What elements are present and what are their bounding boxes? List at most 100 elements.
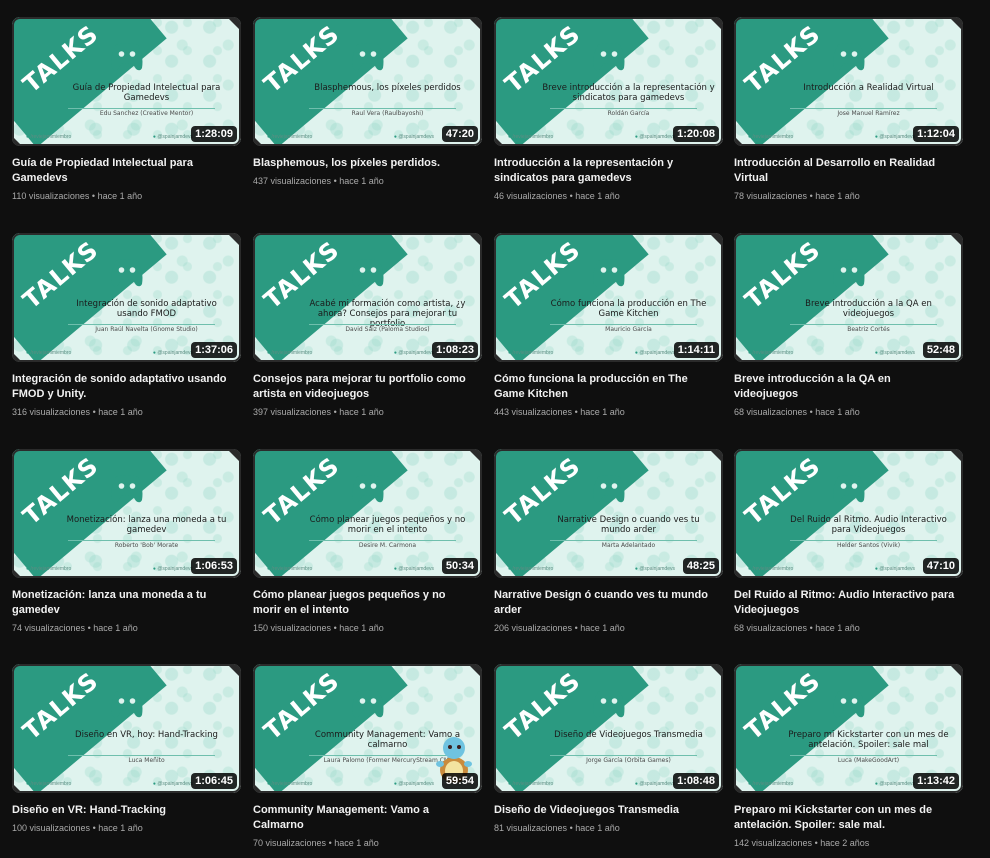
footer-handle-right: @spainjamdevs bbox=[875, 350, 915, 356]
gamepad-icon bbox=[352, 690, 384, 718]
footer-handle-right: @spainjamdevs bbox=[153, 566, 193, 572]
footer-handle-left: /reviejamimiembro bbox=[508, 134, 553, 140]
thumbnail-title: Narrative Design o cuando ves tu mundo a… bbox=[557, 515, 700, 535]
thumbnail-speaker: Jose Manuel Ramírez bbox=[837, 110, 900, 117]
thumbnail-title: Guía de Propiedad Intelectual para Gamed… bbox=[72, 83, 221, 103]
video-card[interactable]: TALKS Introducción a Realidad Virtual Jo… bbox=[734, 17, 963, 201]
video-title[interactable]: Diseño en VR: Hand-Tracking bbox=[12, 803, 234, 818]
video-thumbnail[interactable]: TALKS Introducción a Realidad Virtual Jo… bbox=[734, 17, 963, 146]
thumbnail-speaker: Luca Meñito bbox=[128, 757, 165, 764]
thumbnail-corner bbox=[12, 568, 22, 578]
gamepad-icon bbox=[593, 475, 625, 503]
thumbnail-footer: /reviejamimiembro @spainjamdevs bbox=[26, 781, 193, 787]
video-thumbnail[interactable]: TALKS Acabé mi formación como artista, ¿… bbox=[253, 233, 482, 362]
duration-badge: 50:34 bbox=[441, 558, 478, 574]
gamepad-icon bbox=[111, 259, 143, 287]
video-title[interactable]: Introducción al Desarrollo en Realidad V… bbox=[734, 156, 956, 186]
video-title[interactable]: Blasphemous, los píxeles perdidos. bbox=[253, 156, 475, 171]
video-title[interactable]: Integración de sonido adaptativo usando … bbox=[12, 372, 234, 402]
view-count: 443 visualizaciones bbox=[494, 407, 573, 417]
video-title[interactable]: Community Management: Vamo a Calmarno bbox=[253, 803, 475, 833]
thumbnail-speaker: Beatriz Cortés bbox=[847, 326, 890, 333]
video-card[interactable]: TALKS Community Management: Vamo a calma… bbox=[253, 664, 482, 848]
video-thumbnail[interactable]: TALKS Diseño en VR, hoy: Hand-Tracking L… bbox=[12, 664, 241, 793]
video-grid: TALKS Guía de Propiedad Intelectual para… bbox=[0, 0, 990, 858]
video-card[interactable]: TALKS Preparo mi Kickstarter con un mes … bbox=[734, 664, 963, 848]
video-title[interactable]: Preparo mi Kickstarter con un mes de ant… bbox=[734, 803, 956, 833]
thumbnail-divider bbox=[550, 324, 697, 325]
video-card[interactable]: TALKS Guía de Propiedad Intelectual para… bbox=[12, 17, 241, 201]
upload-age: hace 1 año bbox=[93, 623, 138, 633]
footer-handle-right: @spainjamdevs bbox=[394, 134, 434, 140]
upload-age: hace 1 año bbox=[575, 823, 620, 833]
video-thumbnail[interactable]: TALKS Breve introducción a la representa… bbox=[494, 17, 723, 146]
video-thumbnail[interactable]: TALKS Guía de Propiedad Intelectual para… bbox=[12, 17, 241, 146]
thumbnail-footer: /reviejamimiembro @spainjamdevs bbox=[508, 566, 675, 572]
video-thumbnail[interactable]: TALKS Blasphemous, los píxeles perdidos … bbox=[253, 17, 482, 146]
thumbnail-title: Preparo mi Kickstarter con un mes de ant… bbox=[788, 730, 949, 750]
footer-handle-left: /reviejamimiembro bbox=[267, 566, 312, 572]
video-thumbnail[interactable]: TALKS Integración de sonido adaptativo u… bbox=[12, 233, 241, 362]
footer-handle-left: /reviejamimiembro bbox=[748, 350, 793, 356]
thumbnail-divider bbox=[68, 108, 215, 109]
video-meta: 397 visualizaciones • hace 1 año bbox=[253, 407, 482, 417]
footer-handle-right: @spainjamdevs bbox=[635, 781, 675, 787]
video-thumbnail[interactable]: TALKS Breve introducción a la QA en vide… bbox=[734, 233, 963, 362]
thumbnail-corner bbox=[468, 449, 482, 463]
video-card[interactable]: TALKS Cómo planear juegos pequeños y no … bbox=[253, 449, 482, 633]
thumbnail-corner bbox=[494, 568, 504, 578]
video-card[interactable]: TALKS Cómo funciona la producción en The… bbox=[494, 233, 723, 417]
video-card[interactable]: TALKS Del Ruido al Ritmo. Audio Interact… bbox=[734, 449, 963, 633]
video-card[interactable]: TALKS Blasphemous, los píxeles perdidos … bbox=[253, 17, 482, 186]
video-thumbnail[interactable]: TALKS Narrative Design o cuando ves tu m… bbox=[494, 449, 723, 578]
video-meta: 46 visualizaciones • hace 1 año bbox=[494, 191, 723, 201]
footer-handle-left: /reviejamimiembro bbox=[26, 134, 71, 140]
video-thumbnail[interactable]: TALKS Del Ruido al Ritmo. Audio Interact… bbox=[734, 449, 963, 578]
view-count: 46 visualizaciones bbox=[494, 191, 568, 201]
gamepad-icon bbox=[833, 43, 865, 71]
video-thumbnail[interactable]: TALKS Diseño de Videojuegos Transmedia J… bbox=[494, 664, 723, 793]
video-title[interactable]: Guía de Propiedad Intelectual para Gamed… bbox=[12, 156, 234, 186]
thumbnail-title: Del Ruido al Ritmo. Audio Interactivo pa… bbox=[790, 515, 947, 535]
video-title[interactable]: Cómo funciona la producción en The Game … bbox=[494, 372, 716, 402]
thumbnail-speaker: Jorge García (Orbita Games) bbox=[586, 757, 671, 764]
gamepad-icon bbox=[833, 259, 865, 287]
thumbnail-corner bbox=[949, 664, 963, 678]
video-title[interactable]: Cómo planear juegos pequeños y no morir … bbox=[253, 588, 475, 618]
video-card[interactable]: TALKS Integración de sonido adaptativo u… bbox=[12, 233, 241, 417]
video-card[interactable]: TALKS Diseño de Videojuegos Transmedia J… bbox=[494, 664, 723, 833]
video-card[interactable]: TALKS Breve introducción a la representa… bbox=[494, 17, 723, 201]
video-card[interactable]: TALKS Monetización: lanza una moneda a t… bbox=[12, 449, 241, 633]
video-card[interactable]: TALKS Acabé mi formación como artista, ¿… bbox=[253, 233, 482, 417]
duration-badge: 59:54 bbox=[441, 773, 478, 789]
gamepad-icon bbox=[833, 475, 865, 503]
footer-handle-right: @spainjamdevs bbox=[635, 566, 675, 572]
video-thumbnail[interactable]: TALKS Monetización: lanza una moneda a t… bbox=[12, 449, 241, 578]
video-card[interactable]: TALKS Diseño en VR, hoy: Hand-Tracking L… bbox=[12, 664, 241, 833]
video-thumbnail[interactable]: TALKS Cómo planear juegos pequeños y no … bbox=[253, 449, 482, 578]
thumbnail-corner bbox=[709, 233, 723, 247]
video-thumbnail[interactable]: TALKS Community Management: Vamo a calma… bbox=[253, 664, 482, 793]
thumbnail-speaker: Marta Adelantado bbox=[601, 542, 656, 549]
thumbnail-corner bbox=[709, 17, 723, 31]
video-thumbnail[interactable]: TALKS Cómo funciona la producción en The… bbox=[494, 233, 723, 362]
thumbnail-corner bbox=[734, 568, 744, 578]
thumbnail-footer: /reviejamimiembro @spainjamdevs bbox=[267, 781, 434, 787]
video-title[interactable]: Introducción a la representación y sindi… bbox=[494, 156, 716, 186]
video-card[interactable]: TALKS Narrative Design o cuando ves tu m… bbox=[494, 449, 723, 633]
video-title[interactable]: Del Ruido al Ritmo: Audio Interactivo pa… bbox=[734, 588, 956, 618]
video-title[interactable]: Diseño de Videojuegos Transmedia bbox=[494, 803, 716, 818]
upload-age: hace 1 año bbox=[339, 176, 384, 186]
thumbnail-title: Cómo planear juegos pequeños y no morir … bbox=[309, 515, 466, 535]
video-card[interactable]: TALKS Breve introducción a la QA en vide… bbox=[734, 233, 963, 417]
video-thumbnail[interactable]: TALKS Preparo mi Kickstarter con un mes … bbox=[734, 664, 963, 793]
view-count: 397 visualizaciones bbox=[253, 407, 332, 417]
thumbnail-speaker: David Sáiz (Paloma Studios) bbox=[345, 326, 430, 333]
duration-badge: 1:12:04 bbox=[913, 126, 959, 142]
video-title[interactable]: Breve introducción a la QA en videojuego… bbox=[734, 372, 956, 402]
video-title[interactable]: Consejos para mejorar tu portfolio como … bbox=[253, 372, 475, 402]
video-title[interactable]: Narrative Design ó cuando ves tu mundo a… bbox=[494, 588, 716, 618]
video-meta: 70 visualizaciones • hace 1 año bbox=[253, 838, 482, 848]
thumbnail-title: Blasphemous, los píxeles perdidos bbox=[314, 83, 461, 93]
video-title[interactable]: Monetización: lanza una moneda a tu game… bbox=[12, 588, 234, 618]
